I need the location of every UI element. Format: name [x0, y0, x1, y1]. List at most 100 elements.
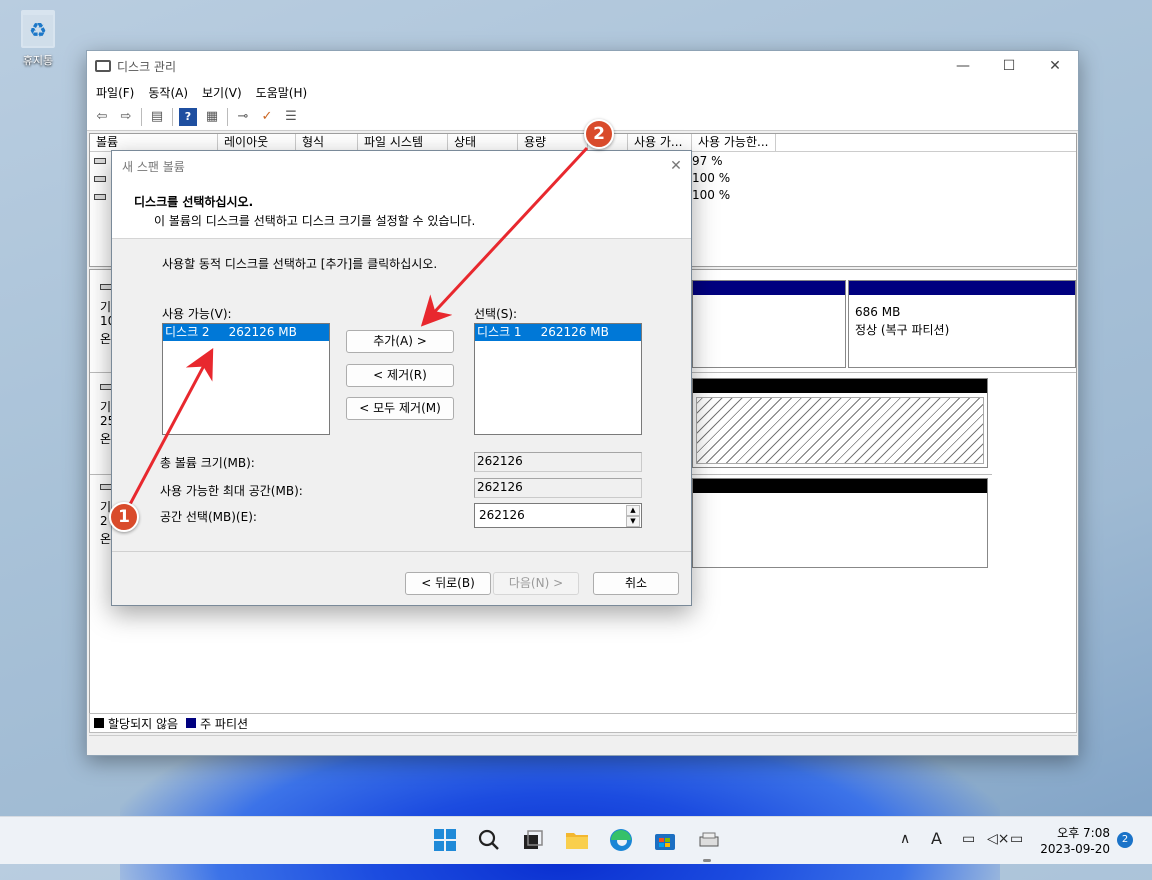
next-button[interactable]: 다음(N) > [493, 572, 579, 595]
recovery-status: 정상 (복구 파티션) [855, 323, 950, 337]
close-button[interactable]: ✕ [1032, 58, 1078, 74]
unallocated-partition[interactable] [692, 378, 988, 468]
chevron-up-icon[interactable]: ∧ [900, 831, 910, 847]
volume-mute-icon[interactable]: ◁× [987, 831, 1010, 847]
col-capacity[interactable]: 용량 [518, 134, 588, 151]
drive-icon [94, 194, 106, 200]
drive-icon [94, 158, 106, 164]
col-free-pct[interactable]: 사용 가능한... [692, 134, 776, 151]
space-select-value: 262126 [479, 508, 525, 522]
properties-icon[interactable]: ▦ [203, 108, 221, 126]
cancel-button[interactable]: 취소 [593, 572, 679, 595]
total-size-label: 총 볼륨 크기(MB): [160, 456, 255, 470]
drive-icon [94, 176, 106, 182]
dialog-close-icon[interactable]: ✕ [661, 158, 691, 174]
disk-1-status: 온 [100, 432, 112, 446]
selected-disk-item[interactable]: 디스크 1 262126 MB [475, 324, 641, 341]
search-icon[interactable] [476, 827, 502, 853]
partition-block[interactable] [692, 280, 846, 368]
task-view-icon[interactable] [520, 827, 546, 853]
menu-bar: 파일(F) 동작(A) 보기(V) 도움말(H) [87, 81, 1078, 103]
edge-icon[interactable] [608, 827, 634, 853]
forward-arrow-icon[interactable]: ⇨ [117, 108, 135, 126]
spin-down-icon[interactable]: ▼ [626, 516, 640, 527]
minimize-button[interactable]: — [940, 58, 986, 74]
max-space-label: 사용 가능한 최대 공간(MB): [160, 484, 303, 498]
col-volume[interactable]: 볼륨 [90, 134, 218, 151]
dialog-divider [112, 551, 691, 552]
legend-unallocated: 할당되지 않음 [108, 716, 179, 731]
unallocated-bar [693, 379, 987, 393]
menu-action[interactable]: 동작(A) [141, 84, 195, 101]
windows-start-icon[interactable] [432, 827, 458, 853]
recycle-bin-icon: ♻ [21, 10, 55, 48]
recycle-bin-label: 휴지통 [22, 54, 54, 67]
menu-view[interactable]: 보기(V) [195, 84, 249, 101]
maximize-button[interactable]: ☐ [986, 58, 1032, 74]
legend-primary: 주 파티션 [200, 716, 249, 731]
active-app-indicator [703, 859, 711, 862]
selected-disks-list[interactable]: 디스크 1 262126 MB [474, 323, 642, 435]
dialog-titlebar[interactable]: 새 스팬 볼륨 ✕ [112, 151, 691, 181]
file-explorer-icon[interactable] [564, 827, 590, 853]
remove-all-button[interactable]: < 모두 제거(M) [346, 397, 454, 420]
recycle-bin[interactable]: ♻ 휴지통 [14, 10, 62, 68]
recovery-partition[interactable]: 686 MB 정상 (복구 파티션) [848, 280, 1076, 368]
primary-swatch [186, 718, 197, 728]
ime-icon[interactable]: A [931, 829, 942, 848]
col-type[interactable]: 형식 [296, 134, 358, 151]
dialog-title: 새 스팬 볼륨 [122, 159, 185, 174]
space-select-stepper[interactable]: 262126 ▲ ▼ [474, 503, 642, 528]
add-button[interactable]: 추가(A) > [346, 330, 454, 353]
step-1-badge: 1 [109, 502, 139, 532]
store-icon[interactable] [652, 827, 678, 853]
disk-0-type: 기 [100, 300, 112, 314]
clock-date: 2023-09-20 [1040, 842, 1110, 856]
disk-management-icon [95, 60, 111, 72]
notification-badge[interactable]: 2 [1117, 832, 1133, 848]
selected-label: 선택(S): [474, 307, 518, 321]
available-disk-item[interactable]: 디스크 2 262126 MB [163, 324, 329, 341]
list-view-icon[interactable]: ☰ [282, 108, 300, 126]
col-layout[interactable]: 레이아웃 [218, 134, 296, 151]
menu-help[interactable]: 도움말(H) [249, 84, 315, 101]
selected-hatch [696, 397, 984, 464]
help-icon[interactable]: ? [179, 107, 197, 126]
battery-icon[interactable]: ▭ [1010, 831, 1023, 847]
volume-free-pct: 100 % [692, 188, 731, 202]
disk-1-type: 기 [100, 400, 112, 414]
back-button[interactable]: < 뒤로(B) [405, 572, 491, 595]
col-free-pct-short[interactable]: 사용 가... [628, 134, 692, 151]
console-tree-icon[interactable]: ▤ [148, 108, 166, 126]
window-titlebar[interactable]: 디스크 관리 — ☐ ✕ [87, 51, 1078, 81]
toolbar-separator [141, 107, 142, 126]
available-label: 사용 가능(V): [162, 307, 232, 321]
connect-icon[interactable]: ⊸ [234, 108, 252, 126]
remove-button[interactable]: < 제거(R) [346, 364, 454, 387]
taskbar: ∧ A ▭ ◁× ▭ 오후 7:08 2023-09-20 2 [0, 816, 1152, 864]
col-file-system[interactable]: 파일 시스템 [358, 134, 448, 151]
total-size-field: 262126 [474, 452, 642, 472]
primary-partition-bar [849, 281, 1075, 295]
spin-up-icon[interactable]: ▲ [626, 505, 640, 516]
available-disks-list[interactable]: 디스크 2 262126 MB [162, 323, 330, 435]
clock-time: 오후 7:08 [1057, 826, 1110, 840]
network-icon[interactable]: ▭ [962, 831, 975, 847]
check-icon[interactable]: ✓ [258, 108, 276, 126]
dialog-header: 디스크를 선택하십시오. 이 볼륨의 디스크를 선택하고 디스크 크기를 설정할… [112, 181, 691, 239]
dialog-header-subtitle: 이 볼륨의 디스크를 선택하고 디스크 크기를 설정할 수 있습니다. [154, 214, 476, 228]
clock[interactable]: 오후 7:08 2023-09-20 [1030, 825, 1110, 857]
volume-free-pct: 97 % [692, 154, 723, 168]
primary-partition-bar [693, 281, 845, 295]
disk-management-icon[interactable] [696, 827, 722, 853]
unallocated-partition[interactable] [692, 478, 988, 568]
dialog-header-title: 디스크를 선택하십시오. [134, 195, 254, 209]
toolbar: ⇦ ⇨ ▤ ? ▦ ⊸ ✓ ☰ [87, 103, 1078, 131]
disk-2-size: 2 [100, 514, 108, 528]
col-status[interactable]: 상태 [448, 134, 518, 151]
legend: 할당되지 않음 주 파티션 [89, 713, 1077, 733]
disk-0-status: 온 [100, 332, 112, 346]
unallocated-swatch [94, 718, 104, 728]
back-arrow-icon[interactable]: ⇦ [93, 108, 111, 126]
menu-file[interactable]: 파일(F) [89, 84, 141, 101]
